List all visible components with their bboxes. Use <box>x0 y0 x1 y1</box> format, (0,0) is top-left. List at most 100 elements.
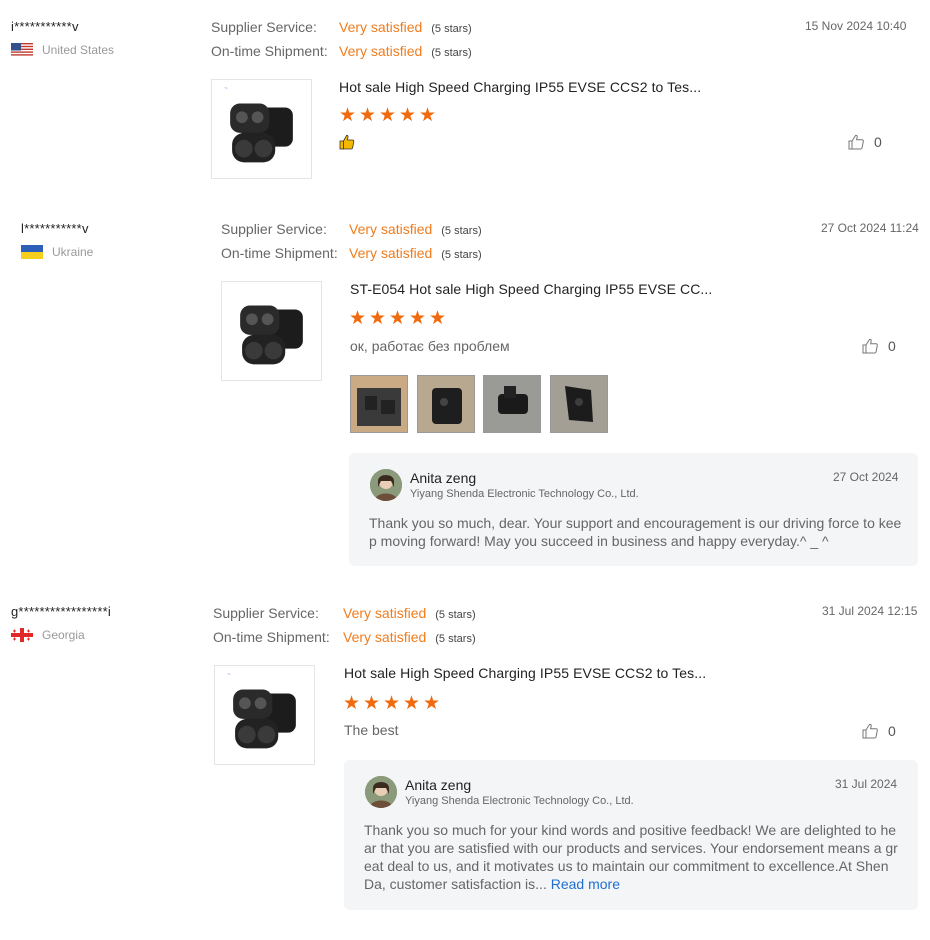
georgia-flag-icon <box>11 628 33 642</box>
rating-stars-text: (5 stars) <box>435 633 476 645</box>
review-stars: ★ ★ ★ ★ ★ <box>343 693 441 714</box>
reviewer-country: Georgia <box>11 628 85 642</box>
read-more-link[interactable]: Read more <box>551 876 620 892</box>
replier-name: Anita zeng <box>410 470 477 486</box>
reviewer-info: i***********v United States <box>11 19 114 57</box>
star-icon: ★ <box>423 693 441 714</box>
rating-value: Very satisfied <box>343 605 427 621</box>
seller-reply: Anita zeng Yiyang Shenda Electronic Tech… <box>344 760 918 910</box>
reviewer-country: Ukraine <box>21 245 93 259</box>
star-icon: ★ <box>383 693 401 714</box>
product-title-link[interactable]: Hot sale High Speed Charging IP55 EVSE C… <box>344 665 706 681</box>
like-button[interactable]: 0 <box>861 337 896 355</box>
reply-text-line: eat deal to us, and it motivates us to m… <box>364 858 889 874</box>
product-thumbnail[interactable]: ~ <box>214 665 315 765</box>
like-count: 0 <box>888 723 896 739</box>
review-photo[interactable] <box>350 375 408 433</box>
ontime-shipment-rating: On-time Shipment: Very satisfied (5 star… <box>213 629 476 645</box>
product-thumbnail[interactable]: ~ <box>211 79 312 179</box>
rating-label: Supplier Service: <box>213 605 319 621</box>
product-title-link[interactable]: ST-E054 Hot sale High Speed Charging IP5… <box>350 281 712 297</box>
like-count: 0 <box>888 338 896 354</box>
review-card: i***********v United States Supplier Ser… <box>0 0 930 200</box>
rating-label: Supplier Service: <box>211 19 317 35</box>
avatar <box>365 776 397 808</box>
rating-label: On-time Shipment: <box>213 629 330 645</box>
rating-value: Very satisfied <box>349 221 433 237</box>
reviewer-name: i***********v <box>11 19 79 34</box>
reply-text-line: Da, customer satisfaction is... Read mor… <box>364 875 898 893</box>
ontime-shipment-rating: On-time Shipment: Very satisfied (5 star… <box>221 245 482 261</box>
thumbs-up-emoji-icon <box>339 134 355 150</box>
rating-value: Very satisfied <box>339 19 423 35</box>
avatar <box>370 469 402 501</box>
replier-name: Anita zeng <box>405 777 472 793</box>
review-card: g*****************i Georgia Supplier Ser… <box>0 583 930 940</box>
rating-stars-text: (5 stars) <box>435 609 476 621</box>
like-icon <box>847 133 865 151</box>
like-count: 0 <box>874 134 882 150</box>
review-photo[interactable] <box>483 375 541 433</box>
country-name: Georgia <box>42 628 85 642</box>
review-date: 31 Jul 2024 12:15 <box>822 604 918 618</box>
review-comment: ок, работає без проблем <box>350 338 510 354</box>
like-button[interactable]: 0 <box>861 722 896 740</box>
ukraine-flag-icon <box>21 245 43 259</box>
review-photo[interactable] <box>417 375 475 433</box>
rating-label: On-time Shipment: <box>211 43 328 59</box>
star-icon: ★ <box>389 308 407 329</box>
star-icon: ★ <box>399 105 417 126</box>
rating-value: Very satisfied <box>349 245 433 261</box>
reviewer-info: g*****************i Georgia <box>11 604 111 642</box>
review-card: l***********v Ukraine Supplier Service: … <box>0 200 930 580</box>
star-icon: ★ <box>339 105 357 126</box>
rating-label: On-time Shipment: <box>221 245 338 261</box>
svg-text:~: ~ <box>224 86 228 92</box>
star-icon: ★ <box>349 308 367 329</box>
svg-text:~: ~ <box>227 672 231 678</box>
like-icon <box>861 722 879 740</box>
rating-stars-text: (5 stars) <box>431 47 472 59</box>
reply-text: Thank you so much for your kind words an… <box>364 821 898 893</box>
seller-reply: Anita zeng Yiyang Shenda Electronic Tech… <box>349 453 918 566</box>
reply-text-line: ar that you are satisfied with our produ… <box>364 840 898 856</box>
star-icon: ★ <box>379 105 397 126</box>
review-comment: The best <box>344 722 399 738</box>
review-date: 15 Nov 2024 10:40 <box>805 19 907 33</box>
star-icon: ★ <box>409 308 427 329</box>
review-photo[interactable] <box>550 375 608 433</box>
star-icon: ★ <box>419 105 437 126</box>
rating-stars-text: (5 stars) <box>441 249 482 261</box>
reviewer-name: l***********v <box>21 221 89 236</box>
reply-text-line: Thank you so much, dear. Your support an… <box>369 515 902 531</box>
star-icon: ★ <box>369 308 387 329</box>
star-icon: ★ <box>359 105 377 126</box>
supplier-service-rating: Supplier Service: Very satisfied (5 star… <box>213 605 476 621</box>
reviewer-name: g*****************i <box>11 604 111 619</box>
supplier-service-rating: Supplier Service: Very satisfied (5 star… <box>211 19 472 35</box>
product-thumbnail[interactable] <box>221 281 322 381</box>
star-icon: ★ <box>403 693 421 714</box>
us-flag-icon <box>11 43 33 57</box>
replier-company: Yiyang Shenda Electronic Technology Co.,… <box>405 795 634 807</box>
rating-value: Very satisfied <box>343 629 427 645</box>
like-icon <box>861 337 879 355</box>
reply-date: 31 Jul 2024 <box>835 777 898 791</box>
reply-text-fragment: Da, customer satisfaction is... <box>364 876 547 892</box>
reviewer-info: l***********v Ukraine <box>21 221 93 259</box>
product-title-link[interactable]: Hot sale High Speed Charging IP55 EVSE C… <box>339 79 701 95</box>
rating-label: Supplier Service: <box>221 221 327 237</box>
like-button[interactable]: 0 <box>847 133 882 151</box>
review-date: 27 Oct 2024 11:24 <box>821 221 919 235</box>
rating-stars-text: (5 stars) <box>441 225 482 237</box>
ontime-shipment-rating: On-time Shipment: Very satisfied (5 star… <box>211 43 472 59</box>
review-stars: ★ ★ ★ ★ ★ <box>349 308 447 329</box>
reply-date: 27 Oct 2024 <box>833 470 899 484</box>
rating-stars-text: (5 stars) <box>431 23 472 35</box>
reply-text: Thank you so much, dear. Your support an… <box>369 514 901 550</box>
reviewer-country: United States <box>11 43 114 57</box>
replier-company: Yiyang Shenda Electronic Technology Co.,… <box>410 488 639 500</box>
supplier-service-rating: Supplier Service: Very satisfied (5 star… <box>221 221 482 237</box>
country-name: Ukraine <box>52 245 94 259</box>
star-icon: ★ <box>363 693 381 714</box>
